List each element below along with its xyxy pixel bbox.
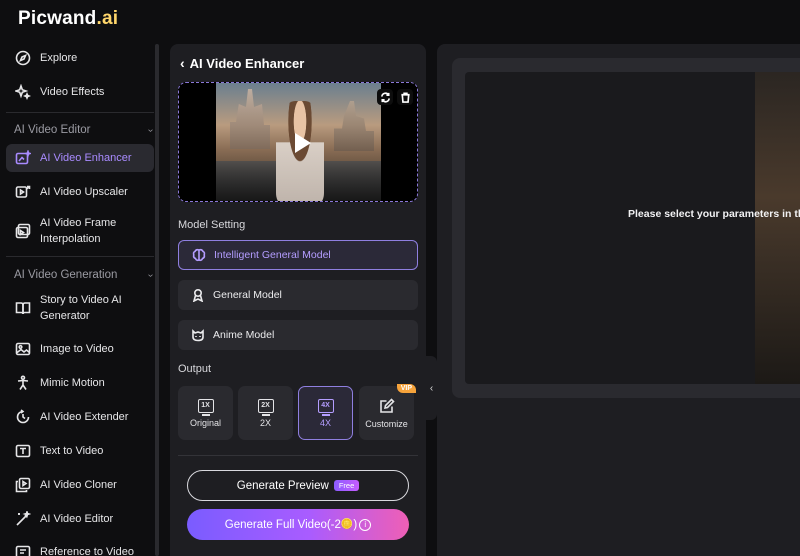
button-label-suffix: ) (353, 518, 358, 531)
output-label: Output (178, 363, 212, 375)
sidebar-item-ai-video-frame-interpolation[interactable]: AI Video Frame Interpolation (6, 214, 154, 248)
sidebar-item-label: Text to Video (40, 445, 104, 457)
sidebar-item-label: Interpolation (40, 233, 101, 245)
scale-4x-icon: 4X (317, 398, 334, 416)
workspace-hint: Please select your parameters in the (628, 208, 800, 220)
sidebar-item-reference-to-video[interactable]: Reference to Video (6, 540, 154, 556)
sidebar-item-label: AI Video Enhancer (40, 152, 132, 164)
brand-logo[interactable]: Picwand.ai (18, 8, 118, 30)
sidebar-item-label: AI Video Frame (40, 217, 117, 229)
sidebar-item-mimic-motion[interactable]: Mimic Motion (6, 371, 154, 395)
replace-icon[interactable] (377, 89, 393, 105)
model-setting-label: Model Setting (178, 219, 246, 231)
upscale-icon (14, 183, 32, 201)
scale-2x-icon: 2X (257, 398, 274, 416)
sidebar-item-explore[interactable]: Explore (6, 46, 154, 70)
chevron-left-icon: ‹ (429, 382, 434, 394)
output-2x[interactable]: 2X 2X (238, 386, 293, 440)
video-preview[interactable] (178, 82, 418, 202)
generate-preview-button[interactable]: Generate Preview Free (187, 470, 409, 501)
compass-icon (14, 49, 32, 67)
extend-icon (14, 408, 32, 426)
enhancer-panel: ‹ AI Video Enhancer Model Setting Intell… (170, 44, 426, 556)
sidebar-item-label: Image to Video (40, 343, 114, 355)
sidebar-item-label: Reference to Video (40, 546, 134, 556)
section-title: AI Video Generation (14, 269, 118, 281)
delete-icon[interactable] (397, 89, 413, 105)
output-option-label: 2X (259, 417, 271, 428)
section-ai-video-editor[interactable]: AI Video Editor › (14, 122, 156, 138)
credit-coin-icon: 🪙 (340, 519, 354, 530)
motion-icon (14, 374, 32, 392)
chevron-down-icon: › (144, 273, 156, 277)
book-icon (14, 299, 32, 317)
output-option-label: Original (189, 417, 221, 428)
image-icon (14, 340, 32, 358)
anime-face-icon (190, 327, 206, 343)
button-label: Generate Preview (236, 479, 329, 492)
output-option-label: Customize (365, 418, 408, 429)
clone-icon (14, 476, 32, 494)
sidebar-item-ai-video-enhancer[interactable]: AI Video Enhancer (6, 144, 154, 172)
panel-divider (178, 455, 418, 456)
sidebar-item-label: Explore (40, 52, 78, 64)
model-anime[interactable]: Anime Model (178, 320, 418, 350)
model-intelligent-general[interactable]: Intelligent General Model (178, 240, 418, 270)
sidebar-item-label: Mimic Motion (40, 377, 105, 389)
sidebar-item-text-to-video[interactable]: Text to Video (6, 439, 154, 463)
button-label: Generate Full Video(-2 (224, 518, 341, 531)
sidebar-item-ai-video-editor[interactable]: AI Video Editor (6, 507, 154, 531)
model-label: Anime Model (213, 329, 275, 341)
free-badge: Free (333, 480, 360, 491)
sidebar-item-ai-video-upscaler[interactable]: AI Video Upscaler (6, 180, 154, 204)
original-video-frame (755, 72, 800, 384)
sidebar-item-image-to-video[interactable]: Image to Video (6, 337, 154, 361)
sidebar-item-label: Video Effects (40, 86, 105, 98)
output-option-label: 4X (319, 417, 331, 428)
section-title: AI Video Editor (14, 124, 91, 136)
generate-full-video-button[interactable]: Generate Full Video(-2 🪙 ) i (187, 509, 409, 540)
section-ai-video-generation[interactable]: AI Video Generation › (14, 267, 156, 283)
back-chevron-icon[interactable]: ‹ (180, 55, 185, 71)
result-canvas (465, 72, 755, 384)
sidebar-item-label: AI Video Cloner (40, 479, 117, 491)
edit-icon (379, 397, 395, 419)
panel-title[interactable]: ‹ AI Video Enhancer (180, 55, 304, 71)
chevron-down-icon: › (144, 128, 156, 132)
sidebar-item-ai-video-extender[interactable]: AI Video Extender (6, 405, 154, 429)
sidebar-divider (6, 256, 154, 257)
text-video-icon (14, 442, 32, 460)
collapse-panel-button[interactable]: ‹ (426, 356, 437, 420)
sidebar-item-story-to-video[interactable]: Story to Video AI Generator (6, 291, 154, 325)
sidebar-item-ai-video-cloner[interactable]: AI Video Cloner (6, 473, 154, 497)
scale-1x-icon: 1X (197, 398, 214, 416)
output-4x[interactable]: 4X 4X (298, 386, 353, 440)
reference-icon (14, 543, 32, 556)
wand-icon (14, 510, 32, 528)
play-icon[interactable] (287, 129, 315, 157)
sidebar-item-video-effects[interactable]: Video Effects (6, 80, 154, 104)
frame-icon (14, 222, 32, 240)
person-badge-icon (190, 287, 206, 303)
sidebar-item-label: AI Video Extender (40, 411, 129, 423)
sidebar-divider (6, 112, 154, 113)
sidebar-item-label: Story to Video AI (40, 294, 122, 306)
sidebar-item-label: Generator (40, 310, 90, 322)
sidebar-item-label: AI Video Editor (40, 513, 114, 525)
model-general[interactable]: General Model (178, 280, 418, 310)
output-original[interactable]: 1X Original (178, 386, 233, 440)
model-label: Intelligent General Model (214, 249, 331, 261)
sidebar-item-label: AI Video Upscaler (40, 186, 128, 198)
sidebar-scrollbar[interactable] (155, 44, 159, 556)
info-icon[interactable]: i (359, 518, 372, 531)
sparkle-icon (14, 83, 32, 101)
enhance-icon (14, 149, 32, 167)
vip-badge: VIP (396, 384, 416, 393)
model-label: General Model (213, 289, 282, 301)
brain-icon (191, 247, 207, 263)
panel-title-text: AI Video Enhancer (189, 55, 305, 71)
output-customize[interactable]: VIP Customize (359, 384, 416, 440)
